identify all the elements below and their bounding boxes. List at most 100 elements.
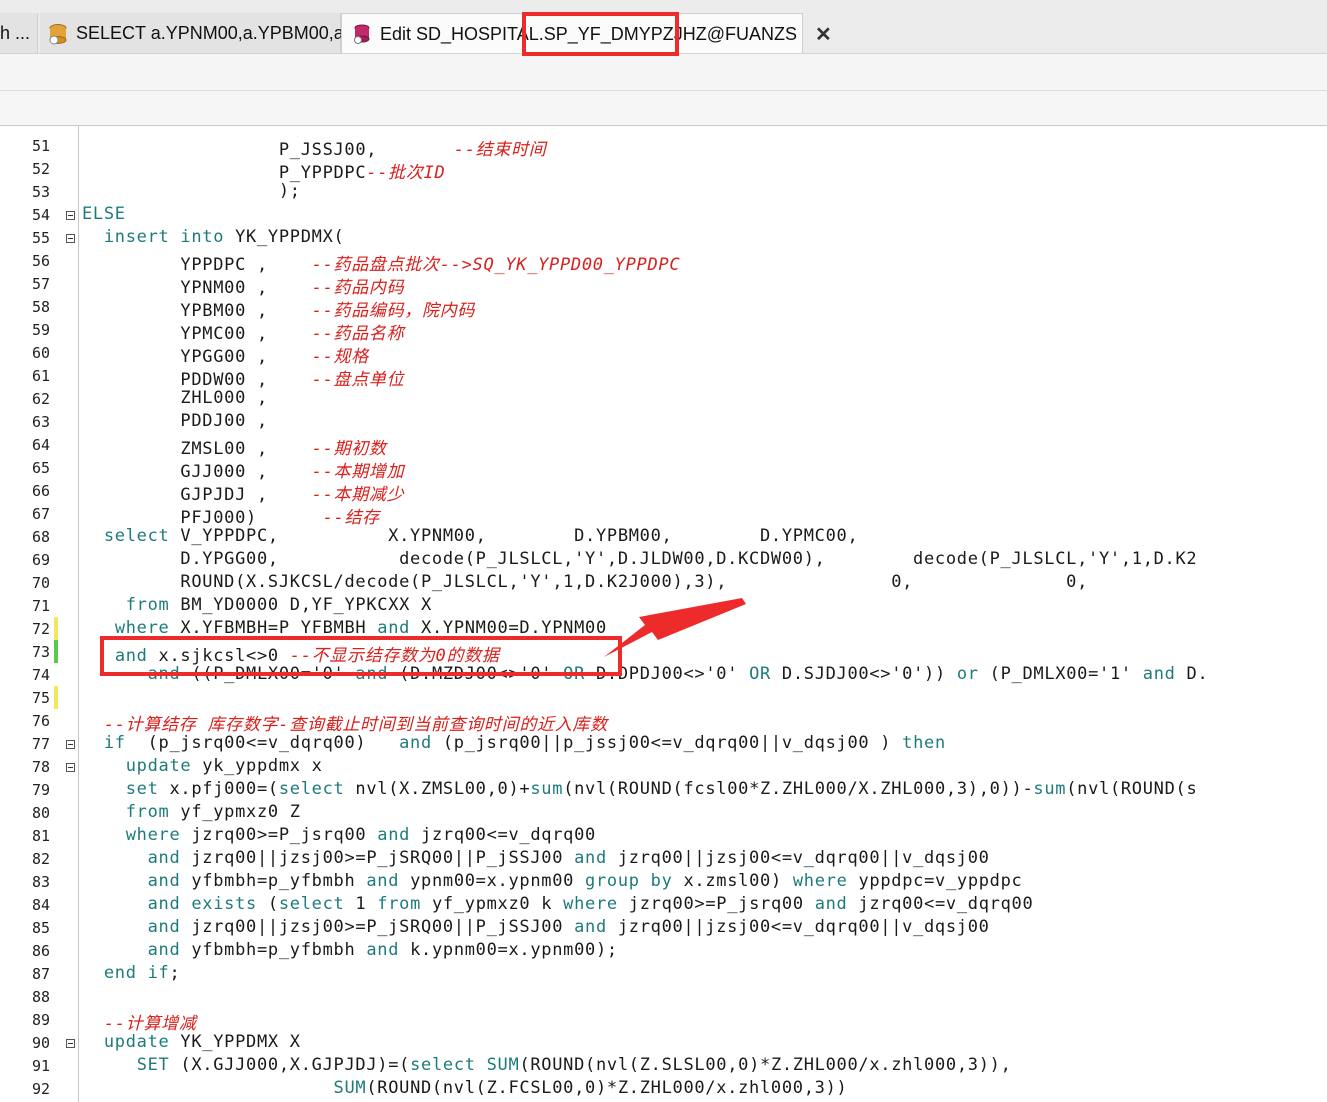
code-line[interactable]: 58 YPBM00 , --药品编码，院内码 bbox=[0, 295, 1327, 321]
sql-keyword: if bbox=[103, 733, 126, 753]
code-line[interactable]: 77 if (p_jsrq00<=v_dqrq00) and (p_jsrq00… bbox=[0, 732, 1327, 755]
code-line[interactable]: 80 from yf_ypmxz0 Z bbox=[0, 801, 1327, 824]
sql-keyword: select bbox=[410, 1055, 476, 1075]
sql-keyword: OR bbox=[749, 664, 771, 684]
code-line[interactable]: 65 GJJ000 , --本期增加 bbox=[0, 456, 1327, 482]
code-line[interactable]: 53 ); bbox=[0, 180, 1327, 203]
line-number: 62 bbox=[31, 390, 50, 408]
fold-toggle-icon[interactable] bbox=[66, 1039, 75, 1048]
sql-keyword: from bbox=[377, 894, 422, 914]
sql-keyword: where bbox=[125, 825, 181, 845]
code-line[interactable]: 90 update YK_YPPDMX X bbox=[0, 1031, 1327, 1054]
line-number: 66 bbox=[31, 482, 50, 500]
code-line[interactable]: 63 PDDJ00 , bbox=[0, 410, 1327, 433]
sql-keyword: exists bbox=[191, 894, 257, 914]
fold-toggle-icon[interactable] bbox=[66, 211, 75, 220]
code-line[interactable]: 61 PDDW00 , --盘点单位 bbox=[0, 364, 1327, 390]
code-line[interactable]: 79 set x.pfj000=(select nvl(X.ZMSL00,0)+… bbox=[0, 778, 1327, 801]
sql-keyword: and bbox=[147, 871, 181, 891]
code-text: SUM(ROUND(nvl(Z.FCSL00,0)*Z.ZHL000/x.zhl… bbox=[333, 1078, 848, 1098]
line-number: 78 bbox=[31, 758, 50, 776]
line-number: 79 bbox=[31, 781, 50, 799]
line-number: 56 bbox=[31, 252, 50, 270]
line-number: 57 bbox=[31, 275, 50, 293]
sql-keyword: into bbox=[180, 227, 225, 247]
sql-keyword: and bbox=[1142, 664, 1176, 684]
code-line[interactable]: 87 end if; bbox=[0, 962, 1327, 985]
code-line[interactable]: 83 and yfbmbh=p_yfbmbh and ypnm00=x.ypnm… bbox=[0, 870, 1327, 893]
sql-keyword: select bbox=[278, 779, 345, 799]
code-line[interactable]: 86 and yfbmbh=p_yfbmbh and k.ypnm00=x.yp… bbox=[0, 939, 1327, 962]
sql-keyword: and bbox=[377, 825, 411, 845]
code-line[interactable]: 71 from BM_YD0000 D,YF_YPKCXX X bbox=[0, 594, 1327, 617]
code-text: if (p_jsrq00<=v_dqrq00) and (p_jsrq00||p… bbox=[103, 733, 946, 753]
title-highlight-box bbox=[522, 12, 679, 56]
sql-keyword: SUM bbox=[333, 1078, 367, 1098]
code-line[interactable]: 56 YPPDPC , --药品盘点批次-->SQ_YK_YPPD00_YPPD… bbox=[0, 249, 1327, 275]
code-line[interactable]: 84 and exists (select 1 from yf_ypmxz0 k… bbox=[0, 893, 1327, 916]
sql-keyword: or bbox=[956, 664, 979, 684]
sql-keyword: by bbox=[650, 871, 673, 891]
fold-toggle-icon[interactable] bbox=[66, 234, 75, 243]
code-line[interactable]: 69 D.YPGG00, decode(P_JLSLCL,'Y',D.JLDW0… bbox=[0, 548, 1327, 571]
code-text: and yfbmbh=p_yfbmbh and k.ypnm00=x.ypnm0… bbox=[147, 940, 618, 960]
code-line[interactable]: 64 ZMSL00 , --期初数 bbox=[0, 433, 1327, 459]
fold-toggle-icon[interactable] bbox=[66, 763, 75, 772]
line-number: 92 bbox=[31, 1080, 50, 1098]
code-line[interactable]: 59 YPMC00 , --药品名称 bbox=[0, 318, 1327, 344]
code-line[interactable]: 52 P_YPPDPC--批次ID bbox=[0, 157, 1327, 183]
code-line[interactable]: 60 YPGG00 , --规格 bbox=[0, 341, 1327, 367]
code-text: ZHL000 , bbox=[180, 388, 268, 408]
sql-keyword: from bbox=[125, 802, 170, 822]
code-line[interactable]: 89 --计算增减 bbox=[0, 1008, 1327, 1034]
sql-keyword: sum bbox=[1033, 779, 1067, 799]
database-script-icon bbox=[48, 23, 68, 45]
code-line[interactable]: 70 ROUND(X.SJKCSL/decode(P_JLSLCL,'Y',1,… bbox=[0, 571, 1327, 594]
code-line[interactable]: 81 where jzrq00>=P_jsrq00 and jzrq00<=v_… bbox=[0, 824, 1327, 847]
change-marker bbox=[54, 640, 58, 663]
fold-toggle-icon[interactable] bbox=[66, 740, 75, 749]
tab-previous[interactable]: h ... bbox=[0, 13, 38, 54]
line-number: 76 bbox=[31, 712, 50, 730]
code-line[interactable]: 76 --计算结存 库存数字-查询截止时间到当前查询时间的近入库数 bbox=[0, 709, 1327, 735]
code-line[interactable]: 66 GJPJDJ , --本期减少 bbox=[0, 479, 1327, 505]
code-line[interactable]: 67 PFJ000) --结存 bbox=[0, 502, 1327, 528]
line-number: 69 bbox=[31, 551, 50, 569]
editor-toolbar bbox=[0, 54, 1327, 91]
line-number: 87 bbox=[31, 965, 50, 983]
code-line[interactable]: 54 ELSE bbox=[0, 203, 1327, 226]
line-number: 85 bbox=[31, 919, 50, 937]
code-line[interactable]: 88 bbox=[0, 985, 1327, 1008]
code-line[interactable]: 91 SET (X.GJJ000,X.GJPJDJ)=(select SUM(R… bbox=[0, 1054, 1327, 1077]
sql-keyword: and bbox=[814, 894, 848, 914]
sql-keyword: then bbox=[902, 733, 946, 753]
code-line[interactable]: 78 update yk_yppdmx x bbox=[0, 755, 1327, 778]
code-line[interactable]: 82 and jzrq00||jzsj00>=P_jSRQ00||P_jSSJ0… bbox=[0, 847, 1327, 870]
code-text: PDDJ00 , bbox=[180, 411, 268, 431]
code-text: and yfbmbh=p_yfbmbh and ypnm00=x.ypnm00 … bbox=[147, 871, 1023, 891]
code-line[interactable]: 55 insert into YK_YPPDMX( bbox=[0, 226, 1327, 249]
code-text: where jzrq00>=P_jsrq00 and jzrq00<=v_dqr… bbox=[125, 825, 596, 845]
line-number: 60 bbox=[31, 344, 50, 362]
code-line[interactable]: 92 SUM(ROUND(nvl(Z.FCSL00,0)*Z.ZHL000/x.… bbox=[0, 1077, 1327, 1100]
code-editor[interactable]: 51 P_JSSJ00, --结束时间 52 P_YPPDPC--批次ID 53 )… bbox=[0, 126, 1327, 1102]
code-line[interactable]: 57 YPNM00 , --药品内码 bbox=[0, 272, 1327, 298]
line-number: 88 bbox=[31, 988, 50, 1006]
close-tab-icon[interactable]: ✕ bbox=[815, 22, 832, 47]
sql-keyword: group bbox=[585, 871, 640, 891]
code-line[interactable]: 68 select V_YPPDPC, X.YPNM00, D.YPBM00, … bbox=[0, 525, 1327, 548]
sql-keyword: if bbox=[147, 963, 170, 983]
code-text: update YK_YPPDMX X bbox=[103, 1032, 301, 1052]
sql-keyword: ELSE bbox=[82, 204, 126, 224]
code-line[interactable]: 75 bbox=[0, 686, 1327, 709]
code-line[interactable]: 62 ZHL000 , bbox=[0, 387, 1327, 410]
code-line[interactable]: 85 and jzrq00||jzsj00>=P_jSRQ00||P_jSSJ0… bbox=[0, 916, 1327, 939]
sql-keyword: and bbox=[147, 848, 181, 868]
code-line[interactable]: 51 P_JSSJ00, --结束时间 bbox=[0, 134, 1327, 160]
change-marker bbox=[54, 617, 58, 640]
line-number: 65 bbox=[31, 459, 50, 477]
line-number: 52 bbox=[31, 160, 50, 178]
procedure-edit-icon bbox=[352, 23, 372, 45]
tab-select-query[interactable]: SELECT a.YPNM00,a.YPBM00,a ... bbox=[40, 13, 364, 54]
line-number: 91 bbox=[31, 1057, 50, 1075]
